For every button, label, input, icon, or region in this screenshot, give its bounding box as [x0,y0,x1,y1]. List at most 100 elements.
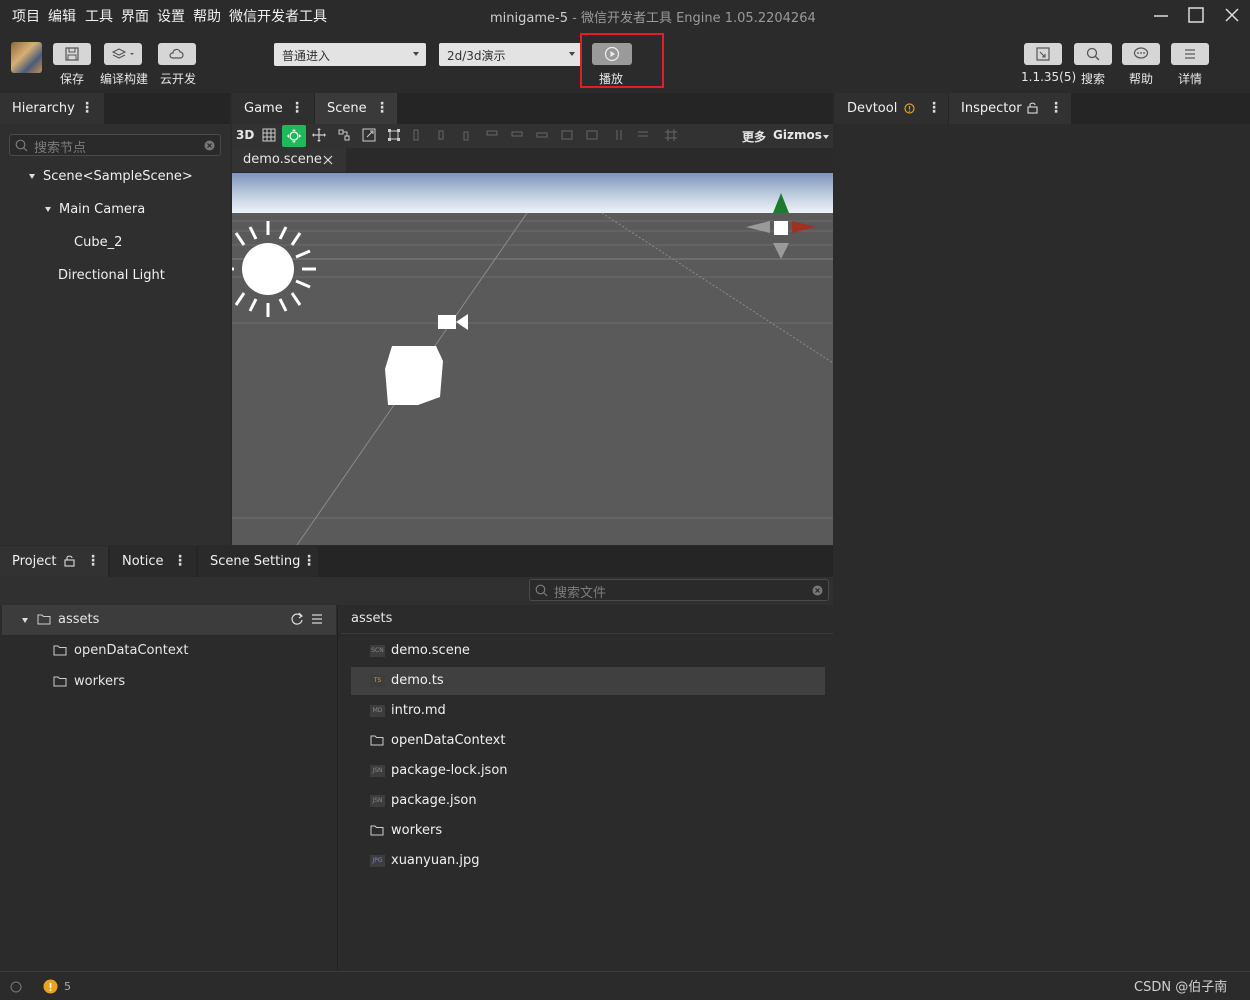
tab-devtool[interactable]: Devtool ⋮ [835,93,948,124]
scene-viewport[interactable] [232,173,833,545]
clear-icon[interactable] [204,140,215,151]
folder-label: openDataContext [74,643,189,658]
file-list-panel: assets SCN demo.scene TS demo.ts MD intr… [341,605,833,970]
menu-project[interactable]: 项目 [12,6,40,26]
tree-node-main-camera[interactable]: Main Camera [45,202,145,217]
tree-node-scene[interactable]: Scene<SampleScene> [29,169,193,184]
menu-tools[interactable]: 工具 [85,6,113,26]
more-vertical-icon[interactable]: ⋮ [375,100,389,116]
folder-tree-item-workers[interactable]: workers [2,667,336,697]
more-options[interactable]: 更多 [742,128,766,145]
version-button[interactable] [1024,43,1062,65]
chevron-down-icon[interactable] [823,135,829,139]
help-button[interactable] [1122,43,1160,65]
file-search-placeholder: 搜索文件 [554,586,607,601]
list-item[interactable]: JSN package.json [351,787,825,815]
list-item[interactable]: JSN package-lock.json [351,757,825,785]
window-title: minigame-5 - 微信开发者工具 Engine 1.05.2204264 [490,7,816,26]
list-item[interactable]: workers [351,817,825,845]
menu-edit[interactable]: 编辑 [48,6,76,26]
more-vertical-icon[interactable]: ⋮ [173,553,187,569]
minimize-icon[interactable] [1146,3,1176,27]
layers-icon [111,48,134,59]
build-button[interactable] [104,43,142,65]
scene-doc-tab[interactable]: demo.scene [232,148,346,172]
warning-icon[interactable] [43,979,58,994]
more-vertical-icon[interactable]: ⋮ [1049,100,1063,116]
grid-icon[interactable] [262,128,277,143]
pan-icon[interactable] [312,128,327,143]
tab-game[interactable]: Game ⋮ [232,93,314,124]
refresh-icon[interactable] [290,612,304,626]
tab-scene-label: Scene [327,101,367,116]
folder-icon [37,614,51,625]
tree-node-directional-light[interactable]: Directional Light [58,268,165,283]
details-label: 详情 [1178,72,1203,86]
mode-select[interactable]: 普通进入 [274,43,426,66]
list-icon[interactable] [311,613,323,625]
list-item[interactable]: TS demo.ts [351,667,825,695]
right-tabbar: Devtool ⋮ Inspector ⋮ [835,93,1250,124]
unlock-icon[interactable] [1027,102,1038,114]
tab-devtool-label: Devtool [847,101,898,116]
rect-tool-icon[interactable] [387,128,402,143]
details-button[interactable] [1171,43,1209,65]
project-name: minigame-5 [490,11,568,26]
unlock-icon[interactable] [64,555,75,567]
scene-select[interactable]: 2d/3d演示 [439,43,582,66]
more-vertical-icon[interactable]: ⋮ [80,100,94,116]
expand-arrow-icon[interactable] [45,207,51,212]
tab-inspector-label: Inspector [961,101,1022,116]
tab-inspector[interactable]: Inspector ⋮ [949,93,1071,124]
align-tools-icon[interactable] [412,128,662,143]
warning-icon [904,103,915,114]
folder-tree-item-assets[interactable]: assets [2,605,336,635]
cloud-dev-button[interactable] [158,43,196,65]
play-highlight-box [580,33,664,88]
rotate-icon[interactable] [337,128,352,143]
close-window-icon[interactable] [1217,3,1247,27]
status-circle-icon[interactable] [10,981,22,993]
more-vertical-icon[interactable]: ⋮ [290,100,304,116]
close-icon[interactable] [323,155,333,165]
search-button[interactable] [1074,43,1112,65]
node-search-input[interactable]: 搜索节点 [9,134,221,156]
tab-hierarchy[interactable]: Hierarchy ⋮ [0,93,104,124]
cube-object[interactable] [385,346,443,405]
more-vertical-icon[interactable]: ⋮ [86,553,100,569]
menu-wechat-devtools[interactable]: 微信开发者工具 [229,6,327,26]
hash-grid-icon[interactable] [664,128,679,143]
scale-icon[interactable] [362,128,377,143]
clear-icon[interactable] [812,585,823,596]
chat-bubble-icon [1133,47,1149,59]
tab-project[interactable]: Project ⋮ [0,546,108,577]
tab-scene[interactable]: Scene ⋮ [315,93,397,124]
more-vertical-icon[interactable]: ⋮ [302,553,316,569]
save-button[interactable] [53,43,91,65]
watermark: CSDN @伯子南 [1134,980,1228,995]
breadcrumb-label[interactable]: assets [351,611,392,626]
expand-arrow-icon[interactable] [22,618,28,623]
tree-node-cube[interactable]: Cube_2 [74,235,122,250]
list-item[interactable]: openDataContext [351,727,825,755]
search-icon [535,584,548,597]
tab-scene-setting[interactable]: Scene Setting ⋮ [198,546,318,577]
list-item[interactable]: SCN demo.scene [351,637,825,665]
scene-doc-tabbar: demo.scene [232,148,833,172]
tab-notice[interactable]: Notice ⋮ [110,546,196,577]
file-search-input[interactable]: 搜索文件 [529,579,829,601]
menu-interface[interactable]: 界面 [121,6,149,26]
list-item[interactable]: JPG xuanyuan.jpg [351,847,825,875]
folder-tree-item-opendatacontext[interactable]: openDataContext [2,636,336,666]
menu-help[interactable]: 帮助 [193,6,221,26]
move-tool-button[interactable] [282,125,306,147]
more-vertical-icon[interactable]: ⋮ [927,100,941,116]
list-item[interactable]: MD intro.md [351,697,825,725]
tree-node-label: Main Camera [59,202,146,217]
expand-arrow-icon[interactable] [29,174,35,179]
maximize-icon[interactable] [1181,3,1211,27]
gizmos-dropdown[interactable]: Gizmos [773,128,822,142]
avatar[interactable] [11,42,42,73]
mode-3d-toggle[interactable]: 3D [236,128,254,142]
menu-settings[interactable]: 设置 [157,6,185,26]
